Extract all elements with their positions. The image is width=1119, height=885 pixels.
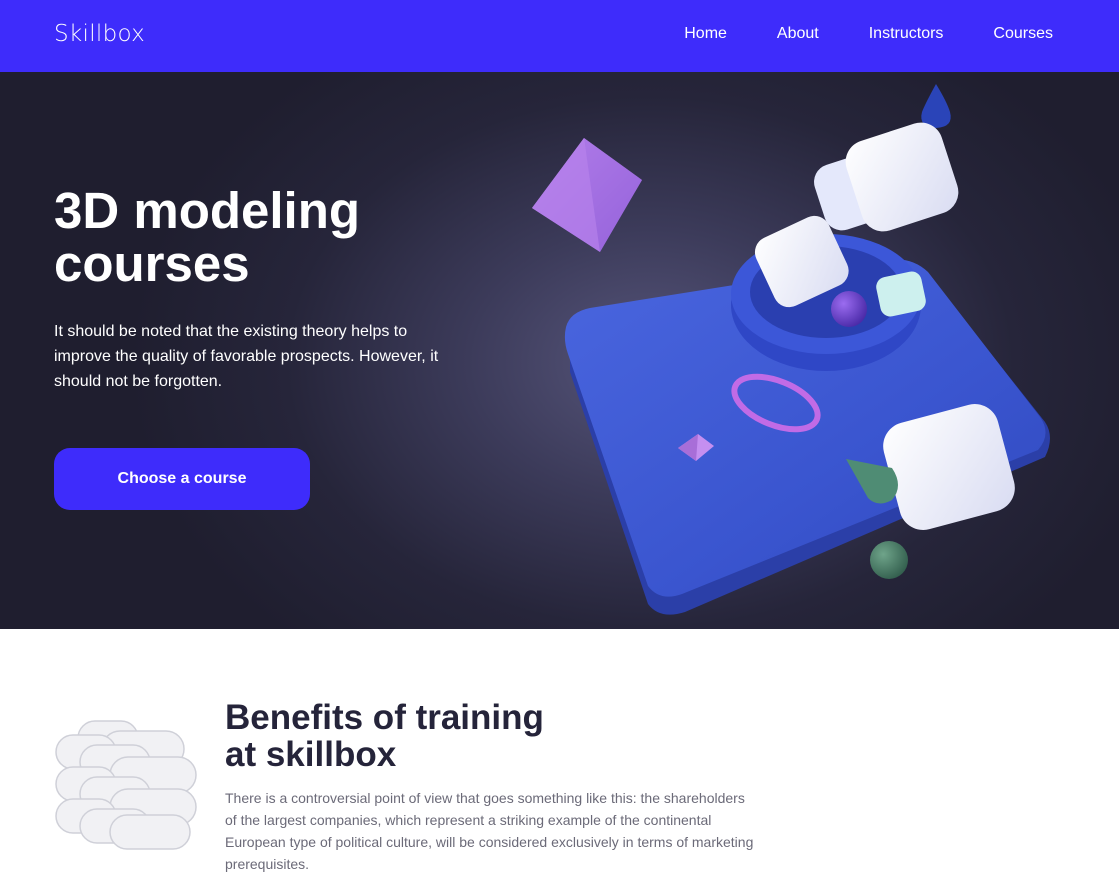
nav-home-link[interactable]: Home (684, 24, 727, 44)
hero-section: 3D modeling courses It should be noted t… (0, 72, 1119, 629)
nav-about-link[interactable]: About (777, 24, 819, 44)
choose-course-button[interactable]: Choose a course (54, 448, 310, 510)
hero-description: It should be noted that the existing the… (54, 323, 439, 390)
nav-instructors-link[interactable]: Instructors (869, 24, 944, 44)
benefits-section: Benefits of training at skillbox There i… (0, 629, 1119, 885)
logo[interactable]: Skillbox (54, 21, 145, 47)
cylinders-illustration (55, 720, 197, 850)
purple-ball (831, 291, 867, 327)
green-ball (870, 541, 908, 579)
site-header: Skillbox Home About Instructors Courses (0, 0, 1119, 72)
benefits-description: There is a controversial point of view t… (225, 790, 754, 872)
benefits-title: Benefits of training at skillbox (225, 698, 544, 774)
nav-courses-link[interactable]: Courses (993, 24, 1053, 44)
hero-3d-illustration (532, 84, 1050, 615)
hero-title: 3D modeling courses (54, 182, 361, 292)
blue-drop (921, 84, 951, 128)
main-nav: Home About Instructors Courses (634, 24, 1053, 44)
